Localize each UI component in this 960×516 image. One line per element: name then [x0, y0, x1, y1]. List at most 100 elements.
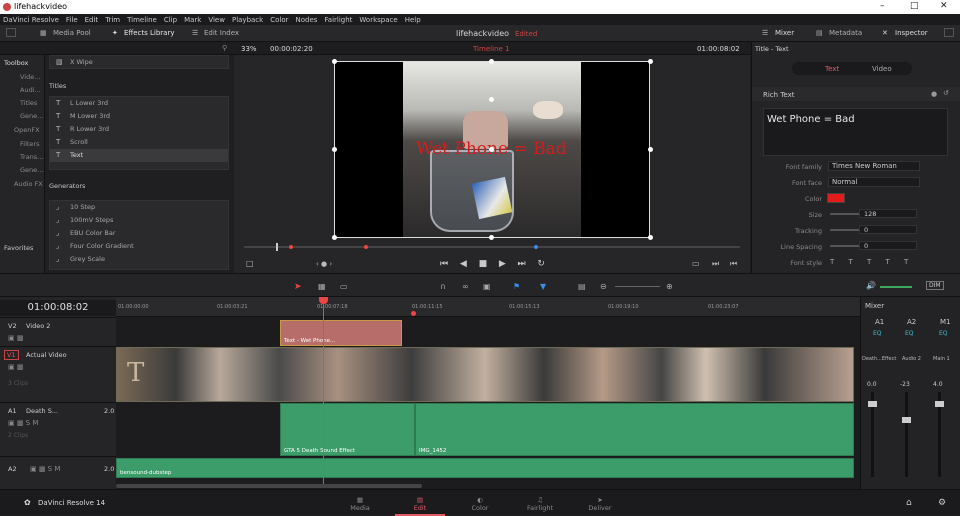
go-to-end-icon[interactable]: ⏭	[518, 259, 526, 269]
tab-video[interactable]: Video	[872, 65, 892, 73]
toolbox-category[interactable]: Toolbox	[4, 59, 28, 67]
mixer-button[interactable]: Mixer	[775, 29, 794, 37]
rotation-handle[interactable]	[489, 97, 494, 102]
timeline-scrollbar[interactable]	[116, 484, 422, 488]
volume-slider[interactable]	[880, 286, 912, 288]
trim-tool-icon[interactable]: ▦	[318, 282, 326, 291]
zoom-out-icon[interactable]: ⊖	[600, 282, 607, 291]
go-to-start-icon[interactable]: ⏮	[440, 259, 448, 269]
generator-item[interactable]: ⌟ 10 Step	[50, 201, 228, 214]
close-icon[interactable]: ✕	[940, 1, 948, 11]
panel-toggle-right-icon[interactable]	[944, 28, 954, 37]
panel-toggle-icon[interactable]	[6, 28, 16, 37]
playhead[interactable]	[323, 297, 324, 486]
generator-item[interactable]: ⌟ Grey Scale	[50, 253, 228, 266]
scrub-playhead[interactable]	[276, 243, 278, 251]
transform-handle[interactable]	[648, 235, 653, 240]
font-face-select[interactable]: Normal	[828, 177, 920, 187]
playhead-handle[interactable]	[319, 297, 328, 304]
eq-button[interactable]: EQ	[905, 330, 914, 337]
generator-item[interactable]: ⌟ EBU Color Bar	[50, 227, 228, 240]
menu-timeline[interactable]: Timeline	[127, 16, 157, 24]
metadata-button[interactable]: Metadata	[829, 29, 862, 37]
link-icon[interactable]: ∞	[462, 282, 469, 291]
category-titles[interactable]: Titles	[20, 99, 37, 107]
transform-handle[interactable]	[489, 235, 494, 240]
match-frame-icon[interactable]: ▭	[692, 259, 700, 268]
marker-dot[interactable]	[364, 245, 368, 249]
viewer-scrub-bar[interactable]	[244, 246, 740, 248]
category-transitions[interactable]: Trans...	[20, 153, 43, 161]
audio-fx-category[interactable]: Audio FX	[14, 180, 43, 188]
effects-library-button[interactable]: Effects Library	[124, 29, 175, 37]
marker-dot[interactable]	[534, 245, 538, 249]
menu-file[interactable]: File	[66, 16, 78, 24]
font-family-select[interactable]: Times New Roman	[828, 161, 920, 171]
title-clip[interactable]: Text - Wet Phone...	[280, 320, 402, 346]
menu-color[interactable]: Color	[270, 16, 288, 24]
selection-tool-icon[interactable]: ➤	[294, 282, 302, 292]
page-media[interactable]: ▦ Media	[335, 496, 385, 512]
transform-handle[interactable]	[648, 147, 653, 152]
stop-icon[interactable]: ■	[479, 259, 488, 269]
track-id[interactable]: V1	[4, 350, 19, 360]
audio-clip[interactable]: IMG_1452	[415, 403, 854, 456]
line-spacing-value[interactable]: 0	[859, 241, 917, 250]
title-item[interactable]: TM Lower 3rd	[50, 110, 228, 123]
lock-track-icon[interactable]: ▣ ▩	[8, 363, 23, 371]
color-swatch[interactable]	[827, 193, 845, 203]
font-style-buttons[interactable]: T T T T T	[830, 258, 914, 266]
fader-handle[interactable]	[868, 401, 877, 407]
play-icon[interactable]: ▶	[499, 259, 506, 269]
menu-fairlight[interactable]: Fairlight	[324, 16, 352, 24]
track-controls[interactable]: ▣ ▩ S M	[8, 419, 38, 427]
category-ofx-generators[interactable]: Gene...	[20, 166, 43, 174]
category-video[interactable]: Vide...	[20, 73, 40, 81]
menu-workspace[interactable]: Workspace	[359, 16, 397, 24]
crop-mode-icon[interactable]: □	[246, 259, 254, 268]
menu-view[interactable]: View	[208, 16, 225, 24]
category-generators[interactable]: Gene...	[20, 112, 43, 120]
openfx-category[interactable]: OpenFX	[14, 126, 40, 134]
transform-handle[interactable]	[332, 59, 337, 64]
step-back-icon[interactable]: ◀	[460, 259, 467, 269]
title-item[interactable]: TR Lower 3rd	[50, 123, 228, 136]
favorites-category[interactable]: Favorites	[4, 244, 33, 252]
prev-edit-icon[interactable]: ⏮	[730, 259, 737, 269]
dim-button[interactable]: DIM	[926, 281, 944, 290]
snap-icon[interactable]: ∩	[440, 282, 446, 291]
edit-index-button[interactable]: Edit Index	[204, 29, 239, 37]
generator-item[interactable]: ⌟ Four Color Gradient	[50, 240, 228, 253]
audio-clip[interactable]: bensound-dubstep	[116, 458, 854, 478]
transform-handle[interactable]	[489, 59, 494, 64]
marker-icon[interactable]: ▼	[540, 282, 546, 291]
video-clip[interactable]: T	[116, 347, 854, 402]
generator-item[interactable]: ⌟ 100mV Steps	[50, 214, 228, 227]
fader-track[interactable]	[905, 392, 908, 477]
menu-clip[interactable]: Clip	[164, 16, 177, 24]
menu-playback[interactable]: Playback	[232, 16, 263, 24]
jog-wheel-icon[interactable]: ‹ ● ›	[316, 260, 332, 268]
zoom-in-icon[interactable]: ⊕	[666, 282, 673, 291]
maximize-icon[interactable]: □	[910, 1, 919, 11]
search-icon[interactable]: ⚲	[222, 44, 227, 52]
track-name[interactable]: Video 2	[26, 322, 50, 330]
toggle-dot-icon[interactable]: ●	[931, 90, 937, 98]
lock-icon[interactable]: ▣	[483, 282, 491, 291]
category-filters[interactable]: Filters	[20, 140, 39, 148]
transform-handle[interactable]	[332, 235, 337, 240]
reset-icon[interactable]: ↺	[943, 89, 949, 97]
next-edit-icon[interactable]: ⏭	[712, 259, 719, 269]
page-fairlight[interactable]: ♫ Fairlight	[515, 496, 565, 512]
page-deliver[interactable]: ➤ Deliver	[575, 496, 625, 512]
timeline-marker[interactable]	[411, 311, 416, 316]
menu-trim[interactable]: Trim	[105, 16, 120, 24]
anchor-handle[interactable]	[489, 147, 494, 152]
marker-dot[interactable]	[289, 245, 293, 249]
lock-track-icon[interactable]: ▣ ▩	[8, 334, 23, 342]
tab-text[interactable]: Text	[825, 65, 839, 73]
fader-handle[interactable]	[935, 401, 944, 407]
eq-button[interactable]: EQ	[873, 330, 882, 337]
settings-gear-icon[interactable]: ⚙	[938, 498, 946, 508]
menu-mark[interactable]: Mark	[184, 16, 201, 24]
